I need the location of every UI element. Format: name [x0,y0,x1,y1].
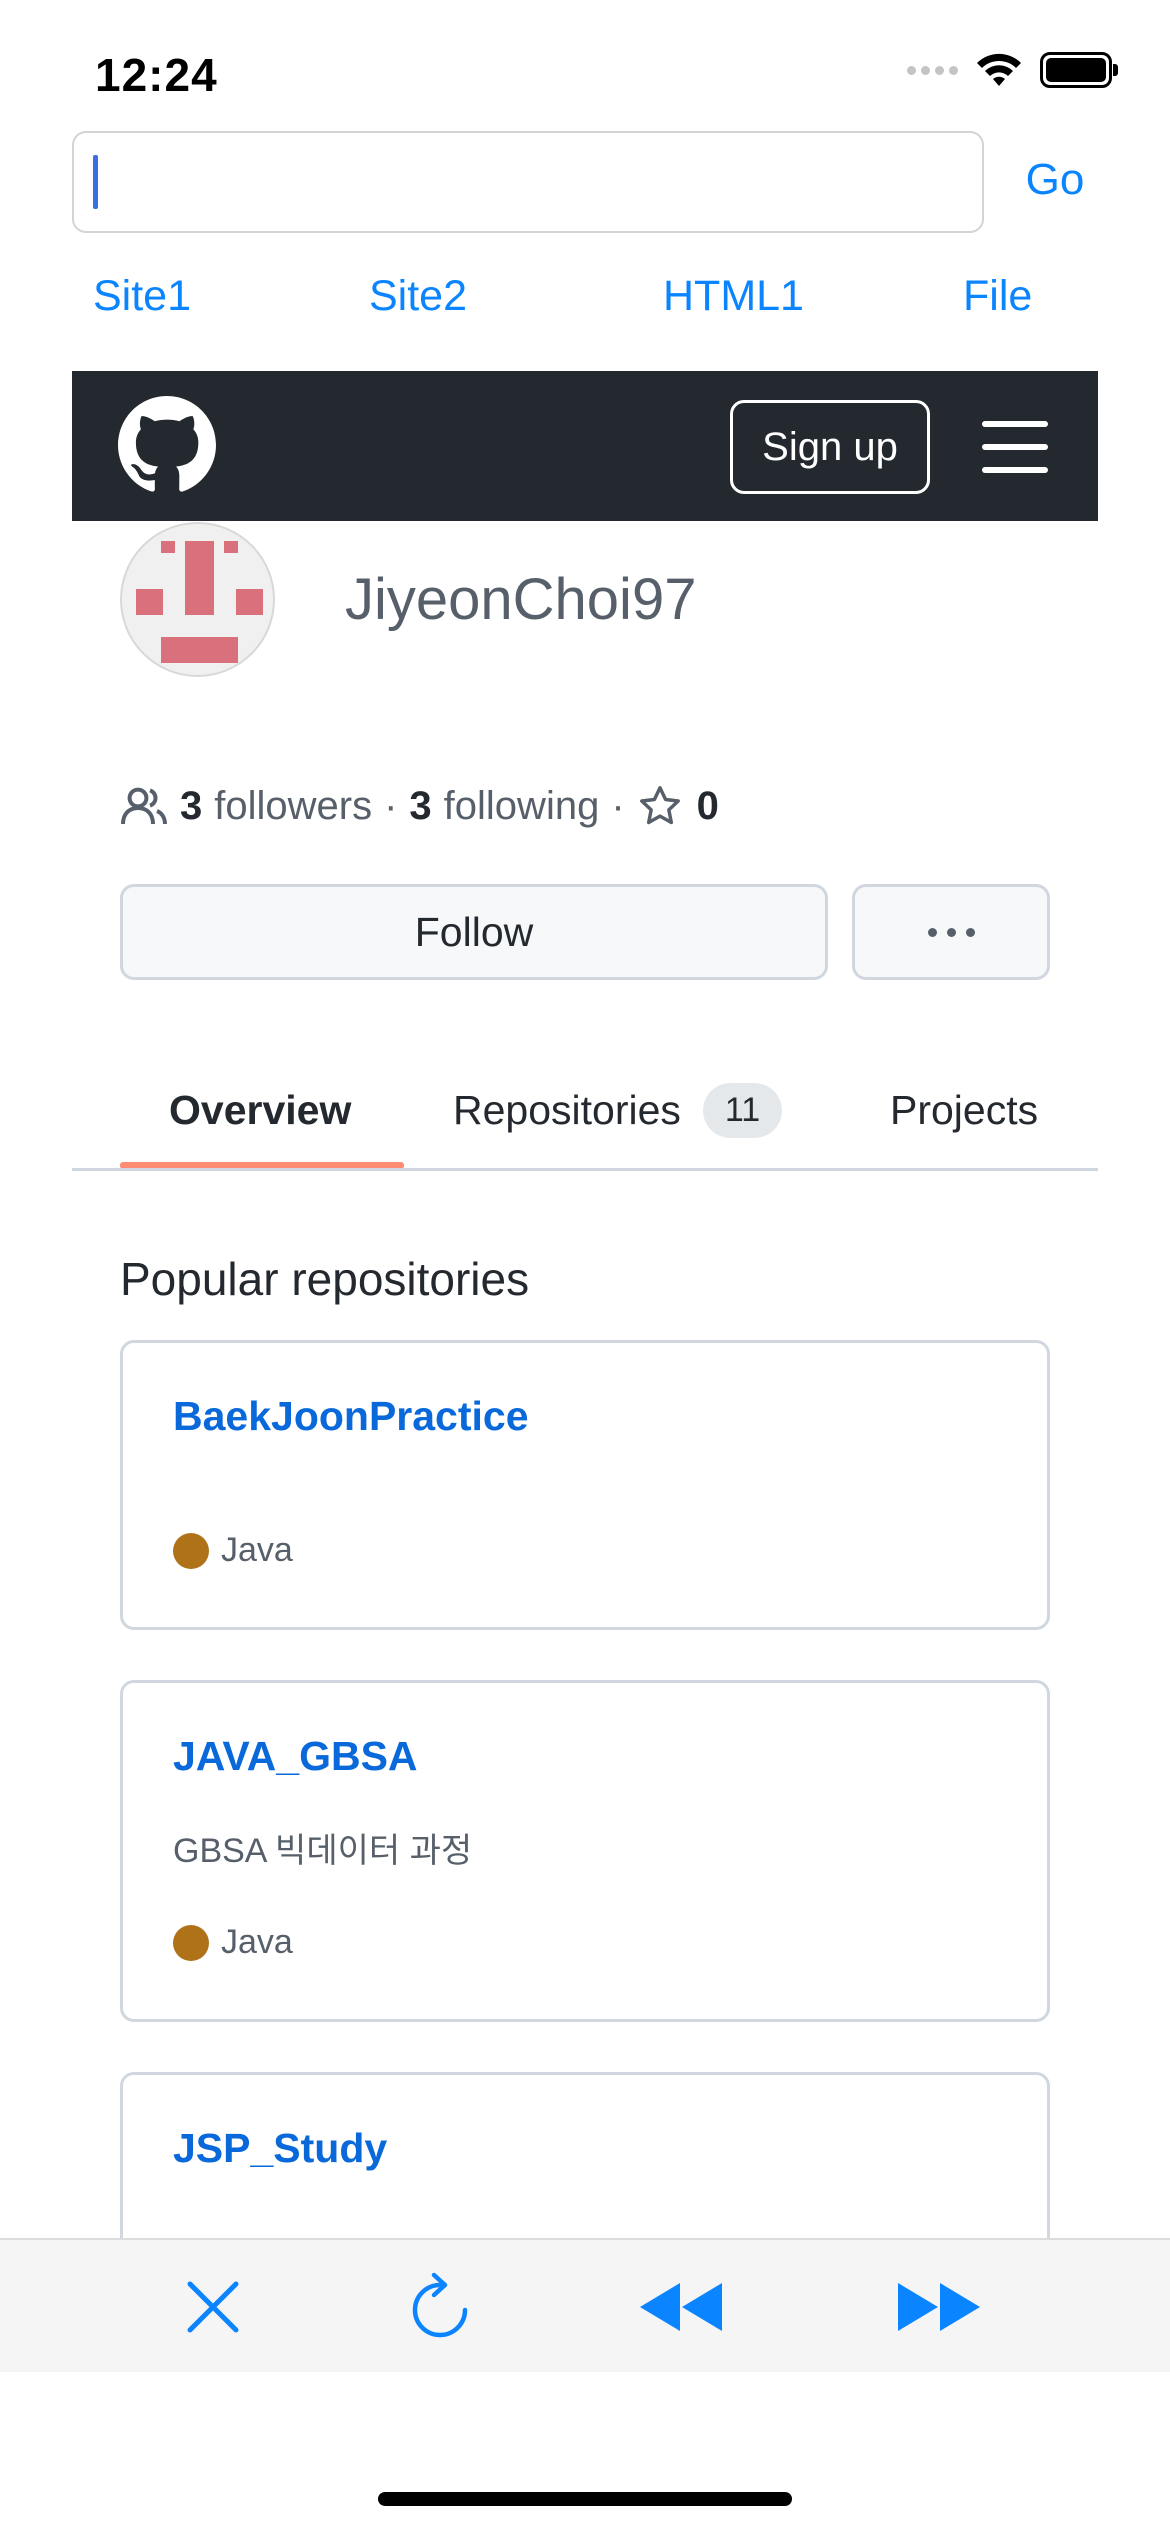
tab-projects[interactable]: Projects [890,1080,1038,1140]
repo-language: Java [173,1923,293,1962]
followers-label[interactable]: followers [214,784,372,829]
fast-forward-icon [898,2283,980,2331]
repo-card[interactable]: JAVA_GBSA GBSA 빅데이터 과정 Java [120,1680,1050,2022]
go-button[interactable]: Go [1010,145,1100,215]
avatar[interactable] [120,522,275,677]
site2-link[interactable]: Site2 [369,272,467,321]
status-icons [907,52,1118,88]
home-indicator[interactable] [378,2492,792,2506]
profile-username: JiyeonChoi97 [345,567,697,632]
battery-icon [1040,52,1118,88]
sign-up-button[interactable]: Sign up [730,400,930,494]
follow-stats: 3 followers · 3 following · 0 [120,778,719,834]
reload-icon [412,2272,468,2338]
stats-separator: · [611,783,625,828]
repo-name-link[interactable]: JSP_Study [173,2125,387,2172]
follow-button[interactable]: Follow [120,884,828,980]
file-link[interactable]: File [963,272,1032,321]
identicon-image [136,541,263,663]
status-time: 12:24 [95,49,218,101]
rewind-icon [640,2283,722,2331]
cellular-signal-icon [907,65,958,75]
repo-card[interactable]: BaekJoonPractice Java [120,1340,1050,1630]
language-color-dot [173,1924,209,1961]
site1-link[interactable]: Site1 [93,272,191,321]
tab-repositories[interactable]: Repositories 11 [453,1080,783,1140]
url-input[interactable] [72,131,984,233]
text-caret [93,155,98,209]
repo-language-label: Java [221,1923,293,1961]
following-count[interactable]: 3 [409,784,431,829]
language-color-dot [173,1532,209,1569]
forward-button[interactable] [890,2264,990,2350]
github-logo-icon[interactable] [118,396,216,494]
followers-count[interactable]: 3 [180,784,202,829]
stats-separator: · [384,783,398,828]
repo-description: GBSA 빅데이터 과정 [173,1832,473,1870]
repo-language: Java [173,1531,293,1570]
star-icon[interactable] [637,783,683,829]
stars-count[interactable]: 0 [697,784,719,829]
more-options-button[interactable] [852,884,1050,980]
people-icon [121,787,167,825]
popular-repositories-title: Popular repositories [120,1253,530,1305]
reload-button[interactable] [390,2264,490,2350]
close-button[interactable] [163,2264,263,2350]
wifi-icon [977,53,1021,86]
browser-toolbar [0,2238,1170,2372]
back-button[interactable] [630,2264,730,2350]
close-icon [187,2281,239,2333]
github-header: Sign up [72,371,1098,521]
repo-name-link[interactable]: BaekJoonPractice [173,1393,529,1440]
hamburger-menu-icon[interactable] [982,421,1048,473]
repo-language-label: Java [221,1531,293,1569]
following-label[interactable]: following [444,784,600,829]
repo-name-link[interactable]: JAVA_GBSA [173,1733,418,1780]
tabs-divider [72,1168,1098,1171]
tab-overview[interactable]: Overview [169,1080,351,1140]
html1-link[interactable]: HTML1 [663,272,804,321]
tab-repositories-label: Repositories [453,1086,681,1133]
repositories-count-badge: 11 [702,1082,783,1138]
status-bar: 12:24 [0,0,1170,130]
